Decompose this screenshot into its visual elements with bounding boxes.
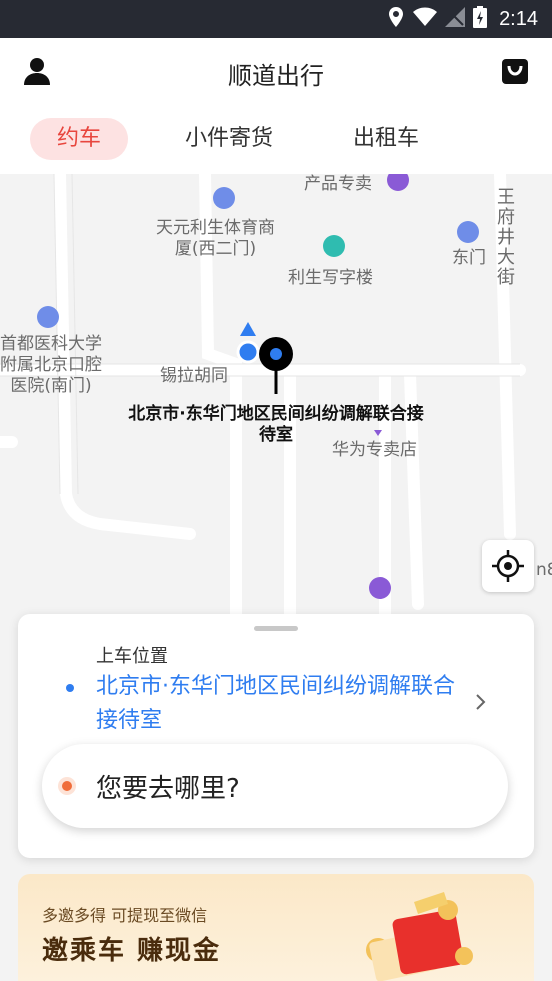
battery-icon <box>473 5 488 33</box>
poi-label[interactable]: 东门 <box>452 248 486 269</box>
poi-label[interactable]: 首都医科大学 附属北京口腔 医院(南门) <box>0 334 102 397</box>
locate-button[interactable] <box>482 540 534 592</box>
map-view[interactable]: 产品专卖 天元利生体育商 厦(西二门) 利生写字楼 东门 王 府 井 大 街 首… <box>0 174 552 981</box>
status-bar: 2:14 <box>0 0 552 38</box>
destination-input[interactable]: 您要去哪里? <box>42 744 508 828</box>
poi-label: n8 <box>536 560 552 580</box>
bag-icon[interactable] <box>500 56 530 86</box>
poi-label[interactable]: 天元利生体育商 厦(西二门) <box>156 218 275 260</box>
destination-dot-icon <box>62 781 72 791</box>
service-tabs: 约车 小件寄货 出租车 <box>0 118 552 164</box>
promo-banner[interactable]: 多邀多得 可提现至微信 邀乘车 赚现金 <box>18 874 534 981</box>
pickup-label: 上车位置 <box>96 646 168 667</box>
booking-card: 上车位置 北京市·东华门地区民间纠纷调解联合接待室 您要去哪里? <box>18 614 534 858</box>
drag-handle[interactable] <box>254 626 298 631</box>
wifi-icon <box>413 7 438 32</box>
pin-address-label: 北京市·东华门地区民间纠纷调解联合接 待室 <box>128 404 424 445</box>
pickup-address[interactable]: 北京市·东华门地区民间纠纷调解联合接待室 <box>96 670 476 738</box>
promo-title: 邀乘车 赚现金 <box>42 936 222 966</box>
promo-subtitle: 多邀多得 可提现至微信 <box>42 906 208 925</box>
street-label: 锡拉胡同 <box>160 366 228 386</box>
status-time: 2:14 <box>499 7 538 30</box>
poi-label[interactable]: 利生写字楼 <box>288 268 373 289</box>
tab-taxi[interactable]: 出租车 <box>336 118 436 160</box>
app-header: 顺道出行 约车 小件寄货 出租车 <box>0 38 552 174</box>
location-icon <box>387 6 405 33</box>
tab-small-parcel[interactable]: 小件寄货 <box>170 118 288 160</box>
crosshair-icon <box>492 550 524 582</box>
destination-placeholder: 您要去哪里? <box>96 774 240 804</box>
page-title: 顺道出行 <box>228 62 324 90</box>
chevron-right-icon[interactable] <box>474 692 488 716</box>
pickup-dot-icon <box>66 684 74 692</box>
red-envelope-icon <box>366 892 473 981</box>
poi-label: 王 府 井 大 街 <box>497 187 515 288</box>
poi-label[interactable]: 产品专卖 <box>304 174 372 195</box>
signal-icon <box>445 6 466 32</box>
tab-ride[interactable]: 约车 <box>30 118 128 160</box>
map-roads <box>0 174 526 640</box>
